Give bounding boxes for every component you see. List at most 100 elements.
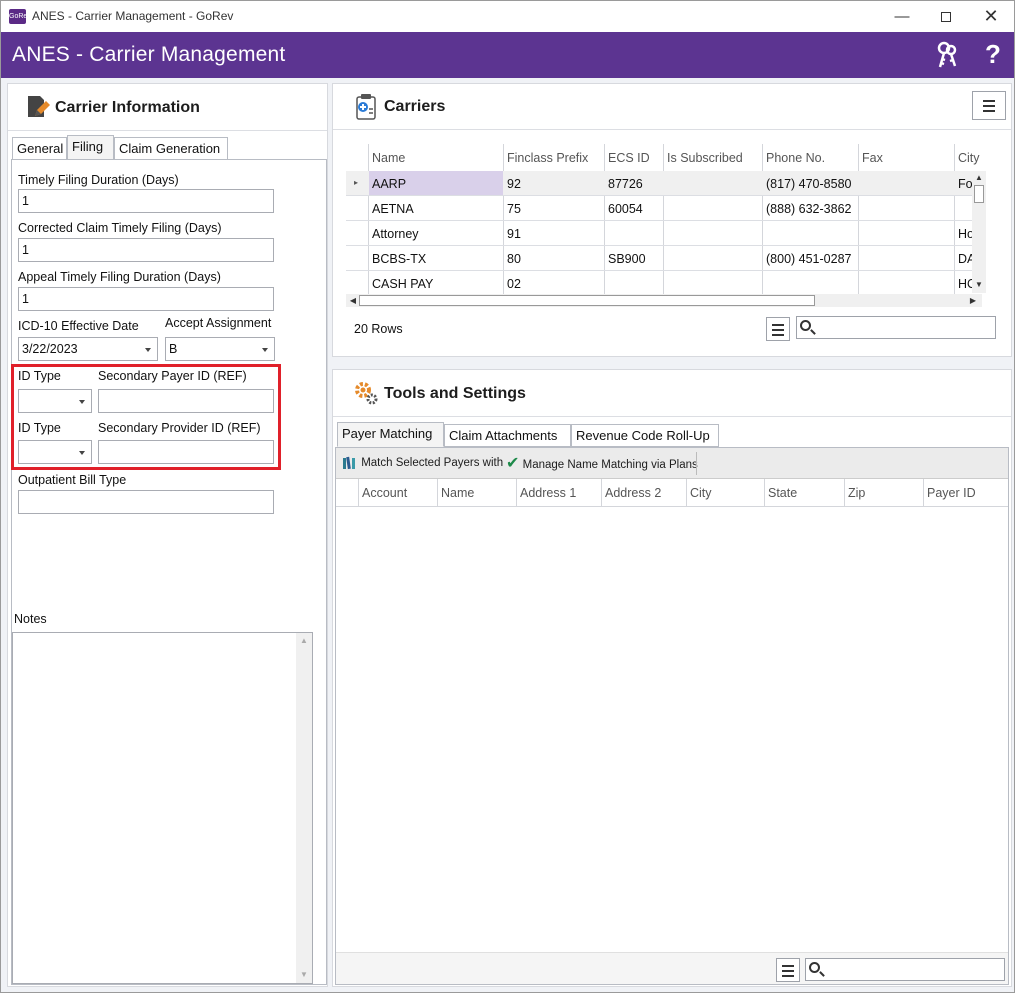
scroll-down-icon: ▼ [975,280,983,289]
carriers-vscrollbar[interactable]: ▲ ▼ [972,171,986,293]
col-name[interactable]: Name [372,151,405,165]
manage-name-matching-button[interactable]: ✔ Manage Name Matching via Plans [506,454,698,473]
col-address-2[interactable]: Address 2 [605,486,661,500]
payer-grid-menu-button[interactable] [776,958,800,982]
timely-filing-label: Timely Filing Duration (Days) [18,173,179,187]
maximize-icon [941,12,951,23]
table-row[interactable]: AETNA 75 60054 (888) 632-3862 [346,196,972,221]
col-account[interactable]: Account [362,486,407,500]
search-icon [800,320,811,331]
scroll-left-icon: ◀ [349,296,357,305]
col-payer-name[interactable]: Name [441,486,474,500]
title-bar: GoRev ANES - Carrier Management - GoRev … [1,1,1014,32]
corrected-claim-input[interactable]: 1 [18,238,274,262]
payer-grid-body [336,507,1008,951]
maximize-button[interactable] [923,1,969,32]
table-row[interactable]: Attorney 91 Hou [346,221,972,246]
table-cell: (817) 470-8580 [766,177,852,191]
carriers-vscroll-thumb[interactable] [974,185,984,203]
carrier-info-panel: Carrier Information General Filing Claim… [7,83,328,987]
gorev-logo: GoRev [9,9,31,24]
col-is-subscribed[interactable]: Is Subscribed [667,151,743,165]
tab-filing[interactable]: Filing [67,135,114,160]
appeal-filing-label: Appeal Timely Filing Duration (Days) [18,270,221,284]
table-cell: AETNA [372,202,414,216]
accept-assignment-value: B [169,342,178,356]
carriers-hscrollbar[interactable]: ◀ ▶ [346,294,982,307]
payer-grid-footer [336,952,1008,984]
col-state[interactable]: State [768,486,797,500]
tab-general[interactable]: General [12,137,67,160]
table-cell: 75 [507,202,521,216]
col-payer-city[interactable]: City [690,486,712,500]
carriers-row-count: 20 Rows [354,322,403,336]
keys-button[interactable] [934,41,960,76]
window-title: ANES - Carrier Management - GoRev [32,9,234,23]
carriers-panel: Carriers Name Finclass Prefix ECS ID Is … [332,83,1012,357]
carriers-search-input[interactable] [796,316,996,339]
col-fax[interactable]: Fax [862,151,883,165]
table-cell: SB900 [608,252,646,266]
corrected-claim-label: Corrected Claim Timely Filing (Days) [18,221,222,235]
col-ecs-id[interactable]: ECS ID [608,151,650,165]
carriers-grid-menu-button[interactable] [766,317,790,341]
help-button[interactable]: ? [985,39,1001,70]
tab-payer-matching[interactable]: Payer Matching [337,422,444,447]
notes-textarea[interactable]: ▲ ▼ [12,632,313,984]
col-city[interactable]: City [958,151,980,165]
gears-icon [355,382,378,405]
table-cell: BCBS-TX [372,252,427,266]
appeal-filing-input[interactable]: 1 [18,287,274,311]
table-cell: 91 [507,227,521,241]
scroll-down-icon: ▼ [300,970,308,979]
payer-search-input[interactable] [805,958,1005,981]
app-header: ANES - Carrier Management ? [1,32,1014,78]
accept-assignment-label: Accept Assignment [165,316,272,330]
match-payers-button[interactable]: Match Selected Payers with [342,454,503,473]
table-cell: 80 [507,252,521,266]
keys-icon [937,41,957,68]
tools-panel: Tools and Settings Payer Matching Claim … [332,369,1012,987]
match-payers-label: Match Selected Payers with [361,457,504,469]
col-payer-id[interactable]: Payer ID [927,486,976,500]
notes-scrollbar[interactable]: ▲ ▼ [296,633,312,983]
carriers-grid: Name Finclass Prefix ECS ID Is Subscribe… [346,144,986,307]
icd10-date-picker[interactable]: 3/22/2023 [18,337,158,361]
payer-grid-header: Account Name Address 1 Address 2 City St… [336,479,1008,507]
close-button[interactable]: ✕ [968,1,1014,32]
carriers-grid-header: Name Finclass Prefix ECS ID Is Subscribe… [346,144,986,171]
icd10-date-value: 3/22/2023 [22,342,78,356]
tab-revenue-code-rollup[interactable]: Revenue Code Roll-Up [571,424,719,447]
payer-toolbar: Match Selected Payers with ✔ Manage Name… [336,448,1008,479]
col-zip[interactable]: Zip [848,486,865,500]
table-cell: Hou [958,227,972,241]
accept-assignment-select[interactable]: B [165,337,275,361]
books-icon [343,456,355,470]
outpatient-bill-label: Outpatient Bill Type [18,473,127,487]
manage-name-matching-label: Manage Name Matching via Plans [522,459,698,471]
table-cell: 92 [507,177,521,191]
carriers-hscroll-thumb[interactable] [359,295,815,306]
minimize-icon: — [894,8,910,25]
tab-claim-generation[interactable]: Claim Generation [114,137,228,160]
col-finclass-prefix[interactable]: Finclass Prefix [507,151,588,165]
col-address-1[interactable]: Address 1 [520,486,576,500]
timely-filing-input[interactable]: 1 [18,189,274,213]
scroll-up-icon: ▲ [300,636,308,645]
table-row[interactable]: ▸ AARP 92 87726 (817) 470-8580 Fort [346,171,972,196]
outpatient-bill-input[interactable] [18,490,274,514]
table-cell: Fort [958,177,972,191]
carriers-title: Carriers [384,98,446,115]
minimize-button[interactable]: — [879,1,925,32]
table-cell: (888) 632-3862 [766,202,852,216]
row-indicator-icon: ▸ [354,178,359,187]
carriers-clipboard-icon [356,94,376,120]
table-row[interactable]: CASH PAY 02 HOU [346,271,972,296]
table-cell: 02 [507,277,521,291]
col-phone-no[interactable]: Phone No. [766,151,825,165]
table-cell: 87726 [608,177,643,191]
table-row[interactable]: BCBS-TX 80 SB900 (800) 451-0287 DAL [346,246,972,271]
app-title: ANES - Carrier Management [12,43,286,66]
tab-claim-attachments[interactable]: Claim Attachments [444,424,571,447]
carriers-menu-button[interactable] [972,91,1006,120]
